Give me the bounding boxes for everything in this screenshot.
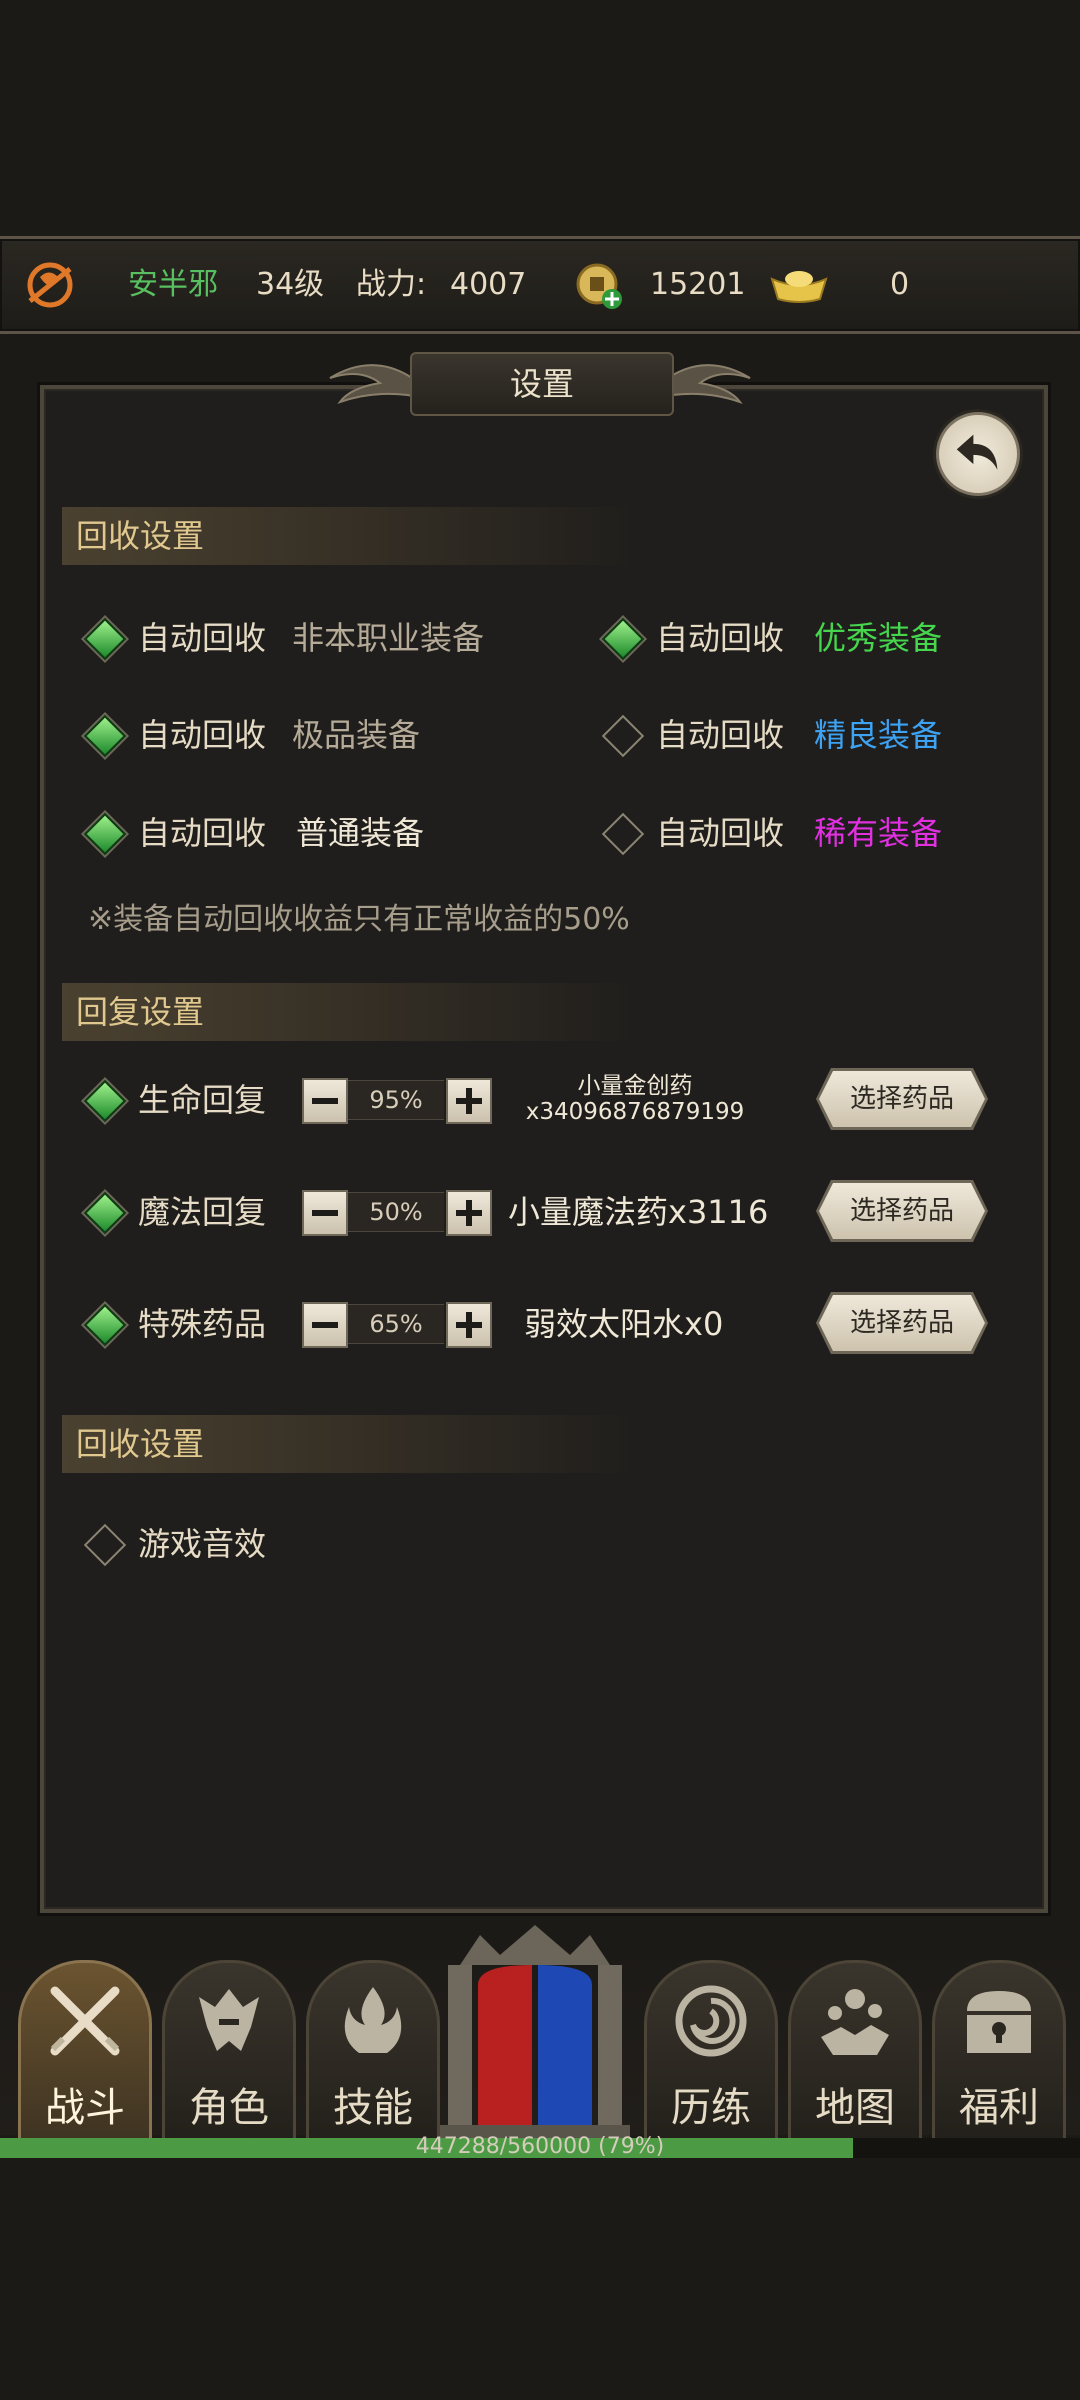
ingot-value: 0 <box>890 267 910 302</box>
back-button[interactable] <box>936 412 1020 496</box>
tab-battle[interactable]: 战斗 <box>18 1960 152 2141</box>
special-percent-stepper[interactable]: 65% <box>302 1302 492 1348</box>
percent-value: 50% <box>348 1192 444 1232</box>
percent-value: 95% <box>348 1080 444 1120</box>
checkbox-unchecked-icon[interactable] <box>601 812 645 856</box>
power-value: 4007 <box>450 267 527 302</box>
increase-button[interactable] <box>446 1302 492 1348</box>
option-label: 自动回收 <box>656 814 785 852</box>
special-potion-info: 弱效太阳水x0 <box>524 1305 724 1343</box>
recycle-section-header: 回收设置 <box>62 507 636 565</box>
decrease-button[interactable] <box>302 1302 348 1348</box>
tab-label: 历练 <box>671 2085 751 2131</box>
guild-emblem-icon[interactable] <box>22 257 78 313</box>
vortex-icon <box>675 1985 747 2057</box>
recycle-option-non-class[interactable]: 自动回收 非本职业装备 <box>83 610 560 666</box>
tab-label: 角色 <box>189 2085 269 2131</box>
recycle-option-premium[interactable]: 自动回收 极品装备 <box>83 707 560 763</box>
helmet-icon <box>199 1989 259 2051</box>
checkbox-checked-icon[interactable] <box>83 1191 127 1235</box>
option-value: 普通装备 <box>296 814 425 852</box>
checkbox-checked-icon[interactable] <box>83 812 127 856</box>
option-value: 非本职业装备 <box>292 619 485 657</box>
mana-percent-stepper[interactable]: 50% <box>302 1190 492 1236</box>
player-name: 安半邪 <box>128 267 218 302</box>
tab-map[interactable]: 地图 <box>788 1960 922 2141</box>
life-recovery-toggle[interactable]: 生命回复 <box>83 1072 290 1128</box>
panel-title: 设置 <box>410 352 674 416</box>
back-arrow-icon <box>956 434 998 470</box>
option-label: 自动回收 <box>138 619 267 657</box>
crossed-swords-icon <box>50 1986 120 2056</box>
option-value: 精良装备 <box>814 716 943 754</box>
recycle-option-common[interactable]: 自动回收 普通装备 <box>83 805 560 861</box>
coin-add-icon[interactable] <box>574 261 624 311</box>
tab-label: 战斗 <box>45 2085 125 2131</box>
life-potion-info: 小量金创药 x34096876879199 <box>510 1073 760 1125</box>
checkbox-unchecked-icon[interactable] <box>83 1523 127 1567</box>
option-label: 游戏音效 <box>138 1525 267 1563</box>
option-value: 优秀装备 <box>814 619 943 657</box>
tab-label: 福利 <box>959 2085 1039 2131</box>
tab-label: 技能 <box>333 2085 413 2131</box>
checkbox-checked-icon[interactable] <box>83 617 127 661</box>
tab-skills[interactable]: 技能 <box>306 1960 440 2141</box>
option-value: 极品装备 <box>292 716 421 754</box>
checkbox-checked-icon[interactable] <box>601 617 645 661</box>
select-potion-button-life[interactable]: 选择药品 <box>819 1071 985 1127</box>
checkbox-checked-icon[interactable] <box>83 1303 127 1347</box>
power-label: 战力: <box>356 267 427 302</box>
decrease-button[interactable] <box>302 1078 348 1124</box>
recycle-option-rare[interactable]: 自动回收 稀有装备 <box>601 805 1028 861</box>
option-label: 生命回复 <box>138 1081 267 1119</box>
tab-welfare[interactable]: 福利 <box>932 1960 1066 2141</box>
tab-training[interactable]: 历练 <box>644 1960 778 2141</box>
option-label: 自动回收 <box>656 716 785 754</box>
option-label: 自动回收 <box>138 716 267 754</box>
option-label: 魔法回复 <box>138 1193 267 1231</box>
potion-count: x34096876879199 <box>525 1099 745 1125</box>
xp-progress-text: 447288/560000 (79%) <box>415 2134 665 2159</box>
player-level: 34级 <box>256 267 325 302</box>
recovery-section-header: 回复设置 <box>62 983 636 1041</box>
potion-name: 小量金创药 <box>577 1073 693 1099</box>
mana-recovery-toggle[interactable]: 魔法回复 <box>83 1184 290 1240</box>
gold-ingot-icon <box>770 271 828 303</box>
coin-value: 15201 <box>650 267 746 302</box>
game-sound-toggle[interactable]: 游戏音效 <box>83 1516 350 1572</box>
decrease-button[interactable] <box>302 1190 348 1236</box>
tab-label: 地图 <box>815 2085 895 2131</box>
status-bar: 安半邪 34级 战力: 4007 15201 0 <box>0 236 1080 334</box>
option-value: 稀有装备 <box>814 814 943 852</box>
special-potion-toggle[interactable]: 特殊药品 <box>83 1296 290 1352</box>
flame-icon <box>344 1987 402 2053</box>
recycle-note: ※装备自动回收收益只有正常收益的50% <box>88 902 630 937</box>
tab-character[interactable]: 角色 <box>162 1960 296 2141</box>
select-potion-button-mana[interactable]: 选择药品 <box>819 1183 985 1239</box>
option-label: 自动回收 <box>656 619 785 657</box>
checkbox-checked-icon[interactable] <box>83 1079 127 1123</box>
option-label: 特殊药品 <box>138 1305 267 1343</box>
mana-potion-info: 小量魔法药x3116 <box>508 1193 769 1231</box>
center-gate-icon[interactable] <box>440 1925 630 2140</box>
recycle-option-fine[interactable]: 自动回收 精良装备 <box>601 707 1028 763</box>
sound-section-header: 回收设置 <box>62 1415 636 1473</box>
percent-value: 65% <box>348 1304 444 1344</box>
checkbox-unchecked-icon[interactable] <box>601 714 645 758</box>
increase-button[interactable] <box>446 1078 492 1124</box>
increase-button[interactable] <box>446 1190 492 1236</box>
map-pins-icon <box>821 1989 889 2055</box>
option-label: 自动回收 <box>138 814 267 852</box>
treasure-chest-icon <box>967 1991 1031 2053</box>
life-percent-stepper[interactable]: 95% <box>302 1078 492 1124</box>
checkbox-checked-icon[interactable] <box>83 714 127 758</box>
select-potion-button-special[interactable]: 选择药品 <box>819 1295 985 1351</box>
recycle-option-excellent[interactable]: 自动回收 优秀装备 <box>601 610 1028 666</box>
